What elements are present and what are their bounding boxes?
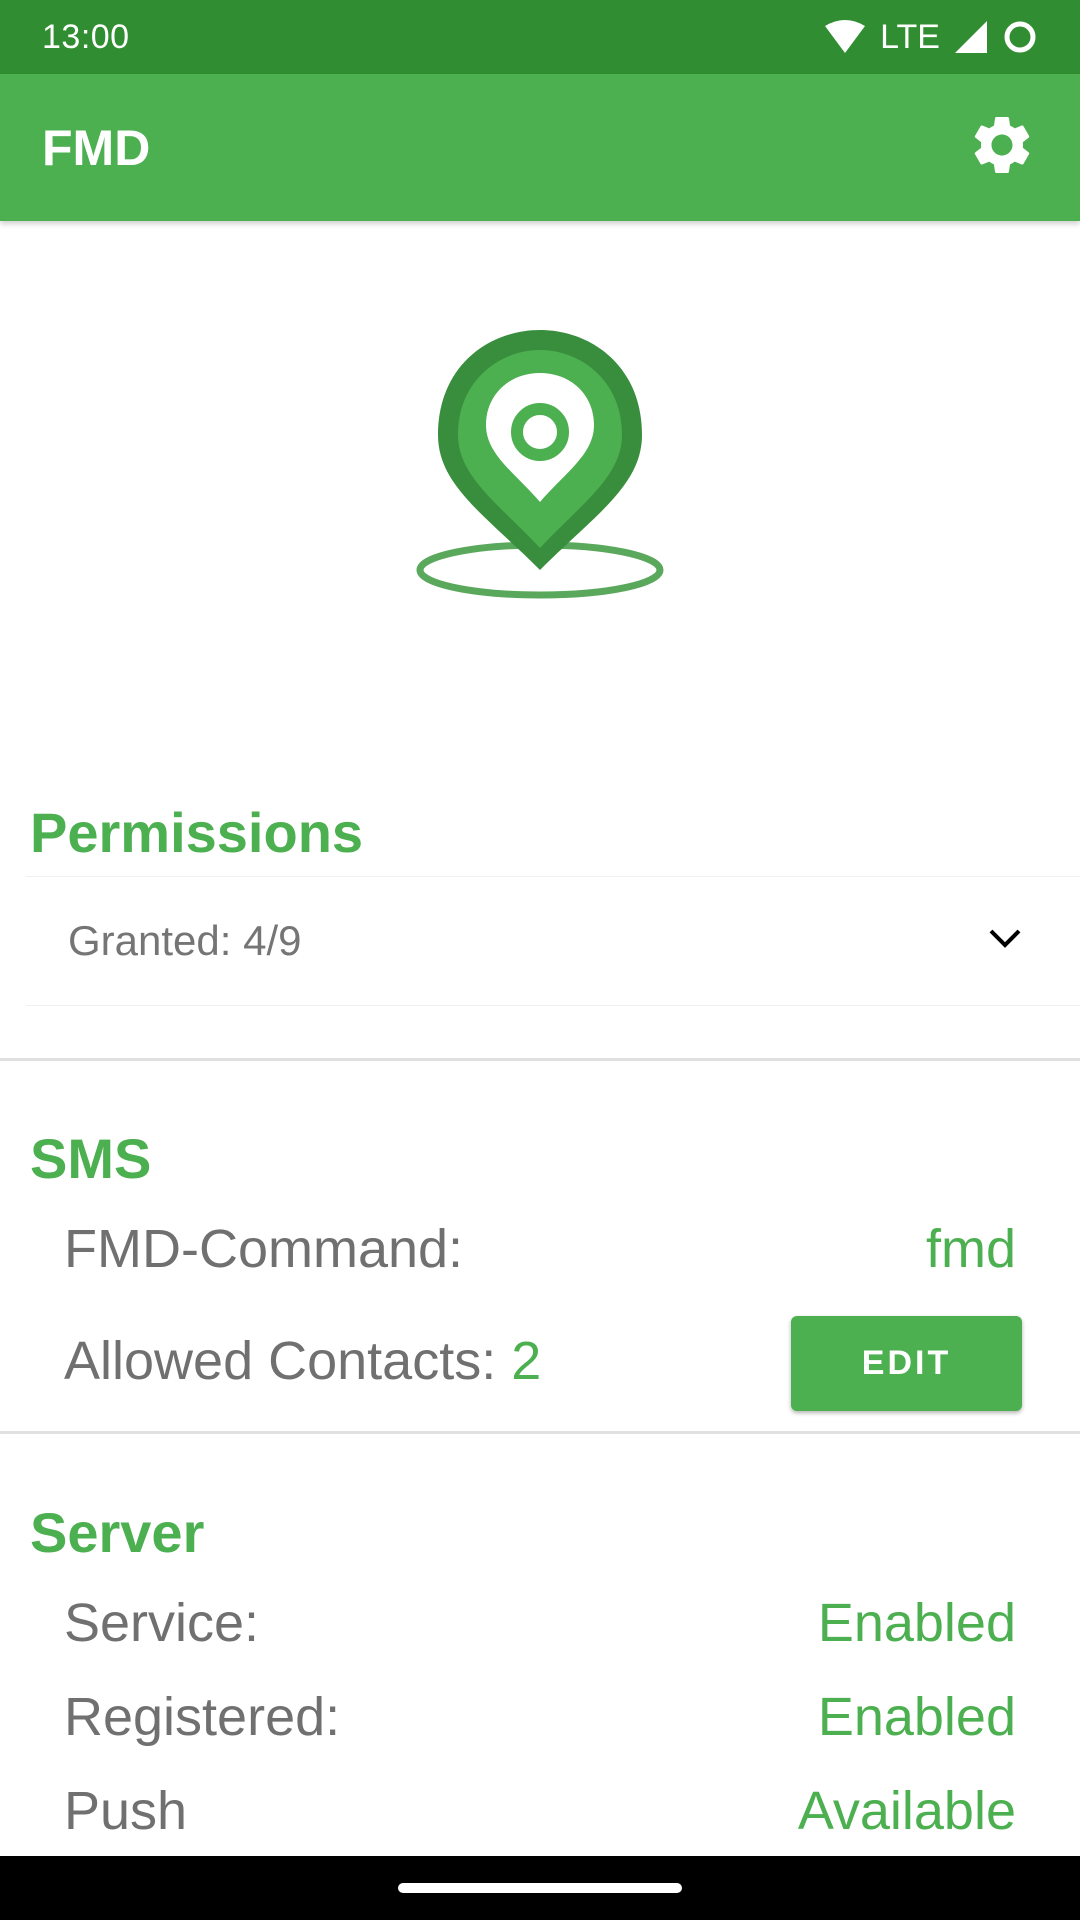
edit-contacts-button[interactable]: EDIT [791,1316,1022,1411]
permissions-granted: Granted: 4/9 [68,917,302,964]
registered-value: Enabled [817,1687,1016,1747]
wifi-icon [824,20,866,54]
fmd-command-value: fmd [925,1219,1016,1279]
permissions-title: Permissions [30,801,364,864]
status-time: 13:00 [42,17,130,56]
status-icons: LTE [824,18,1038,57]
divider [0,1058,1080,1061]
app-title: FMD [42,119,151,176]
allowed-contacts-label: Allowed Contacts: 2 [64,1330,541,1392]
gear-icon [967,110,1037,185]
location-pin-icon [410,330,670,624]
network-type: LTE [880,17,940,56]
sms-title: SMS [30,1127,152,1190]
registered-label: Registered: [64,1687,341,1747]
signal-icon [954,20,988,54]
push-label: Push [64,1781,188,1841]
push-value: Available [797,1781,1016,1841]
status-bar: 13:00 LTE [0,0,1080,74]
permissions-dropdown[interactable]: Granted: 4/9 [26,876,1080,1006]
home-handle[interactable] [398,1883,682,1893]
chevron-down-icon[interactable] [988,928,1022,955]
settings-button[interactable] [960,106,1044,190]
fmd-command-label: FMD-Command: [64,1219,464,1279]
service-row: Service: Enabled [64,1592,1016,1654]
allowed-contacts-count: 2 [511,1331,542,1391]
server-title: Server [30,1501,205,1564]
push-row: Push Available [64,1780,1016,1842]
allowed-contacts-text: Allowed Contacts: [64,1331,512,1391]
divider [0,1431,1080,1434]
screen: 13:00 LTE FMD Permissions Granted: 4/9 S… [0,0,1080,1920]
battery-saver-icon [1002,19,1038,55]
app-logo [410,320,670,620]
app-bar: FMD [0,74,1080,221]
registered-row: Registered: Enabled [64,1686,1016,1748]
service-label: Service: [64,1593,260,1653]
service-value: Enabled [817,1593,1016,1653]
fmd-command-row: FMD-Command: fmd [64,1218,1016,1280]
navigation-bar [0,1856,1080,1920]
